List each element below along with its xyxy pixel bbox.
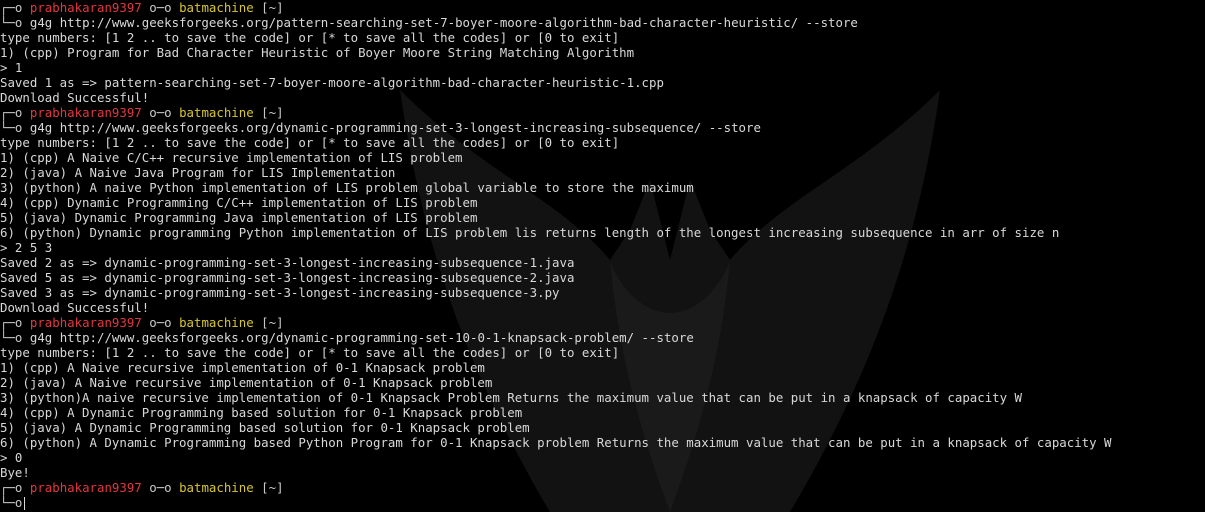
prompt-corner-bottom: └─o	[0, 15, 23, 30]
output-line: type numbers: [1 2 .. to save the code] …	[0, 345, 620, 360]
prompt-corner-bottom: └─o	[0, 120, 23, 135]
output-line: > 0	[0, 450, 23, 465]
terminal-window[interactable]: ┌─o prabhakaran9397 o─o batmachine [~] └─…	[0, 0, 1205, 512]
output-line: Download Successful!	[0, 90, 150, 105]
prompt-corner-top: ┌─o	[0, 105, 23, 120]
output-line: 2) (java) A Naive recursive implementati…	[0, 375, 493, 390]
command-text: g4g http://www.geeksforgeeks.org/dynamic…	[29, 120, 761, 135]
output-line: 5) (java) Dynamic Programming Java imple…	[0, 210, 478, 225]
command-line: └─o g4g http://www.geeksforgeeks.org/dyn…	[0, 330, 1205, 345]
prompt-user: prabhakaran9397	[29, 105, 142, 120]
output-line: 1) (cpp) A Naive recursive implementatio…	[0, 360, 485, 375]
prompt-line: ┌─o prabhakaran9397 o─o batmachine [~]	[0, 315, 1205, 330]
input-line[interactable]: └─o	[0, 495, 1205, 510]
prompt-corner-top: ┌─o	[0, 315, 23, 330]
prompt-corner-top: ┌─o	[0, 0, 23, 15]
output-line: > 2 5 3	[0, 240, 53, 255]
prompt-host: batmachine	[179, 480, 254, 495]
output-line: type numbers: [1 2 .. to save the code] …	[0, 30, 620, 45]
output-line: 6) (python) A Dynamic Programming based …	[0, 435, 1112, 450]
command-text: g4g http://www.geeksforgeeks.org/dynamic…	[29, 330, 694, 345]
output-line: 6) (python) Dynamic programming Python i…	[0, 225, 1060, 240]
output-line: Saved 1 as => pattern-searching-set-7-bo…	[0, 75, 664, 90]
command-line: └─o g4g http://www.geeksforgeeks.org/pat…	[0, 15, 1205, 30]
prompt-host: batmachine	[179, 105, 254, 120]
command-line: └─o g4g http://www.geeksforgeeks.org/dyn…	[0, 120, 1205, 135]
prompt-line: ┌─o prabhakaran9397 o─o batmachine [~]	[0, 105, 1205, 120]
output-line: > 1	[0, 60, 23, 75]
prompt-link: o─o	[149, 480, 172, 495]
prompt-corner-bottom: └─o	[0, 495, 23, 510]
prompt-dir: [~]	[261, 315, 284, 330]
prompt-user: prabhakaran9397	[29, 480, 142, 495]
output-line: 1) (cpp) Program for Bad Character Heuri…	[0, 45, 635, 60]
prompt-dir: [~]	[261, 0, 284, 15]
output-line: 3) (python)A naive recursive implementat…	[0, 390, 1022, 405]
prompt-line: ┌─o prabhakaran9397 o─o batmachine [~]	[0, 0, 1205, 15]
output-line: type numbers: [1 2 .. to save the code] …	[0, 135, 620, 150]
output-line: 5) (java) A Dynamic Programming based so…	[0, 420, 530, 435]
prompt-user: prabhakaran9397	[29, 315, 142, 330]
prompt-corner-bottom: └─o	[0, 330, 23, 345]
output-line: 3) (python) A naive Python implementatio…	[0, 180, 694, 195]
text-cursor	[24, 497, 26, 510]
prompt-link: o─o	[149, 0, 172, 15]
terminal-output: ┌─o prabhakaran9397 o─o batmachine [~] └─…	[0, 0, 1205, 510]
output-line: Download Successful!	[0, 300, 150, 315]
output-line: 4) (cpp) A Dynamic Programming based sol…	[0, 405, 523, 420]
output-line: 2) (java) A Naive Java Program for LIS I…	[0, 165, 396, 180]
prompt-dir: [~]	[261, 105, 284, 120]
output-line: Saved 5 as => dynamic-programming-set-3-…	[0, 270, 575, 285]
prompt-user: prabhakaran9397	[29, 0, 142, 15]
output-line: Saved 2 as => dynamic-programming-set-3-…	[0, 255, 575, 270]
command-text: g4g http://www.geeksforgeeks.org/pattern…	[29, 15, 858, 30]
prompt-dir: [~]	[261, 480, 284, 495]
output-line: 1) (cpp) A Naive C/C++ recursive impleme…	[0, 150, 463, 165]
prompt-line: ┌─o prabhakaran9397 o─o batmachine [~]	[0, 480, 1205, 495]
prompt-host: batmachine	[179, 0, 254, 15]
output-line: Saved 3 as => dynamic-programming-set-3-…	[0, 285, 560, 300]
prompt-link: o─o	[149, 105, 172, 120]
prompt-host: batmachine	[179, 315, 254, 330]
output-line: 4) (cpp) Dynamic Programming C/C++ imple…	[0, 195, 478, 210]
prompt-corner-top: ┌─o	[0, 480, 23, 495]
output-line: Bye!	[0, 465, 30, 480]
prompt-link: o─o	[149, 315, 172, 330]
